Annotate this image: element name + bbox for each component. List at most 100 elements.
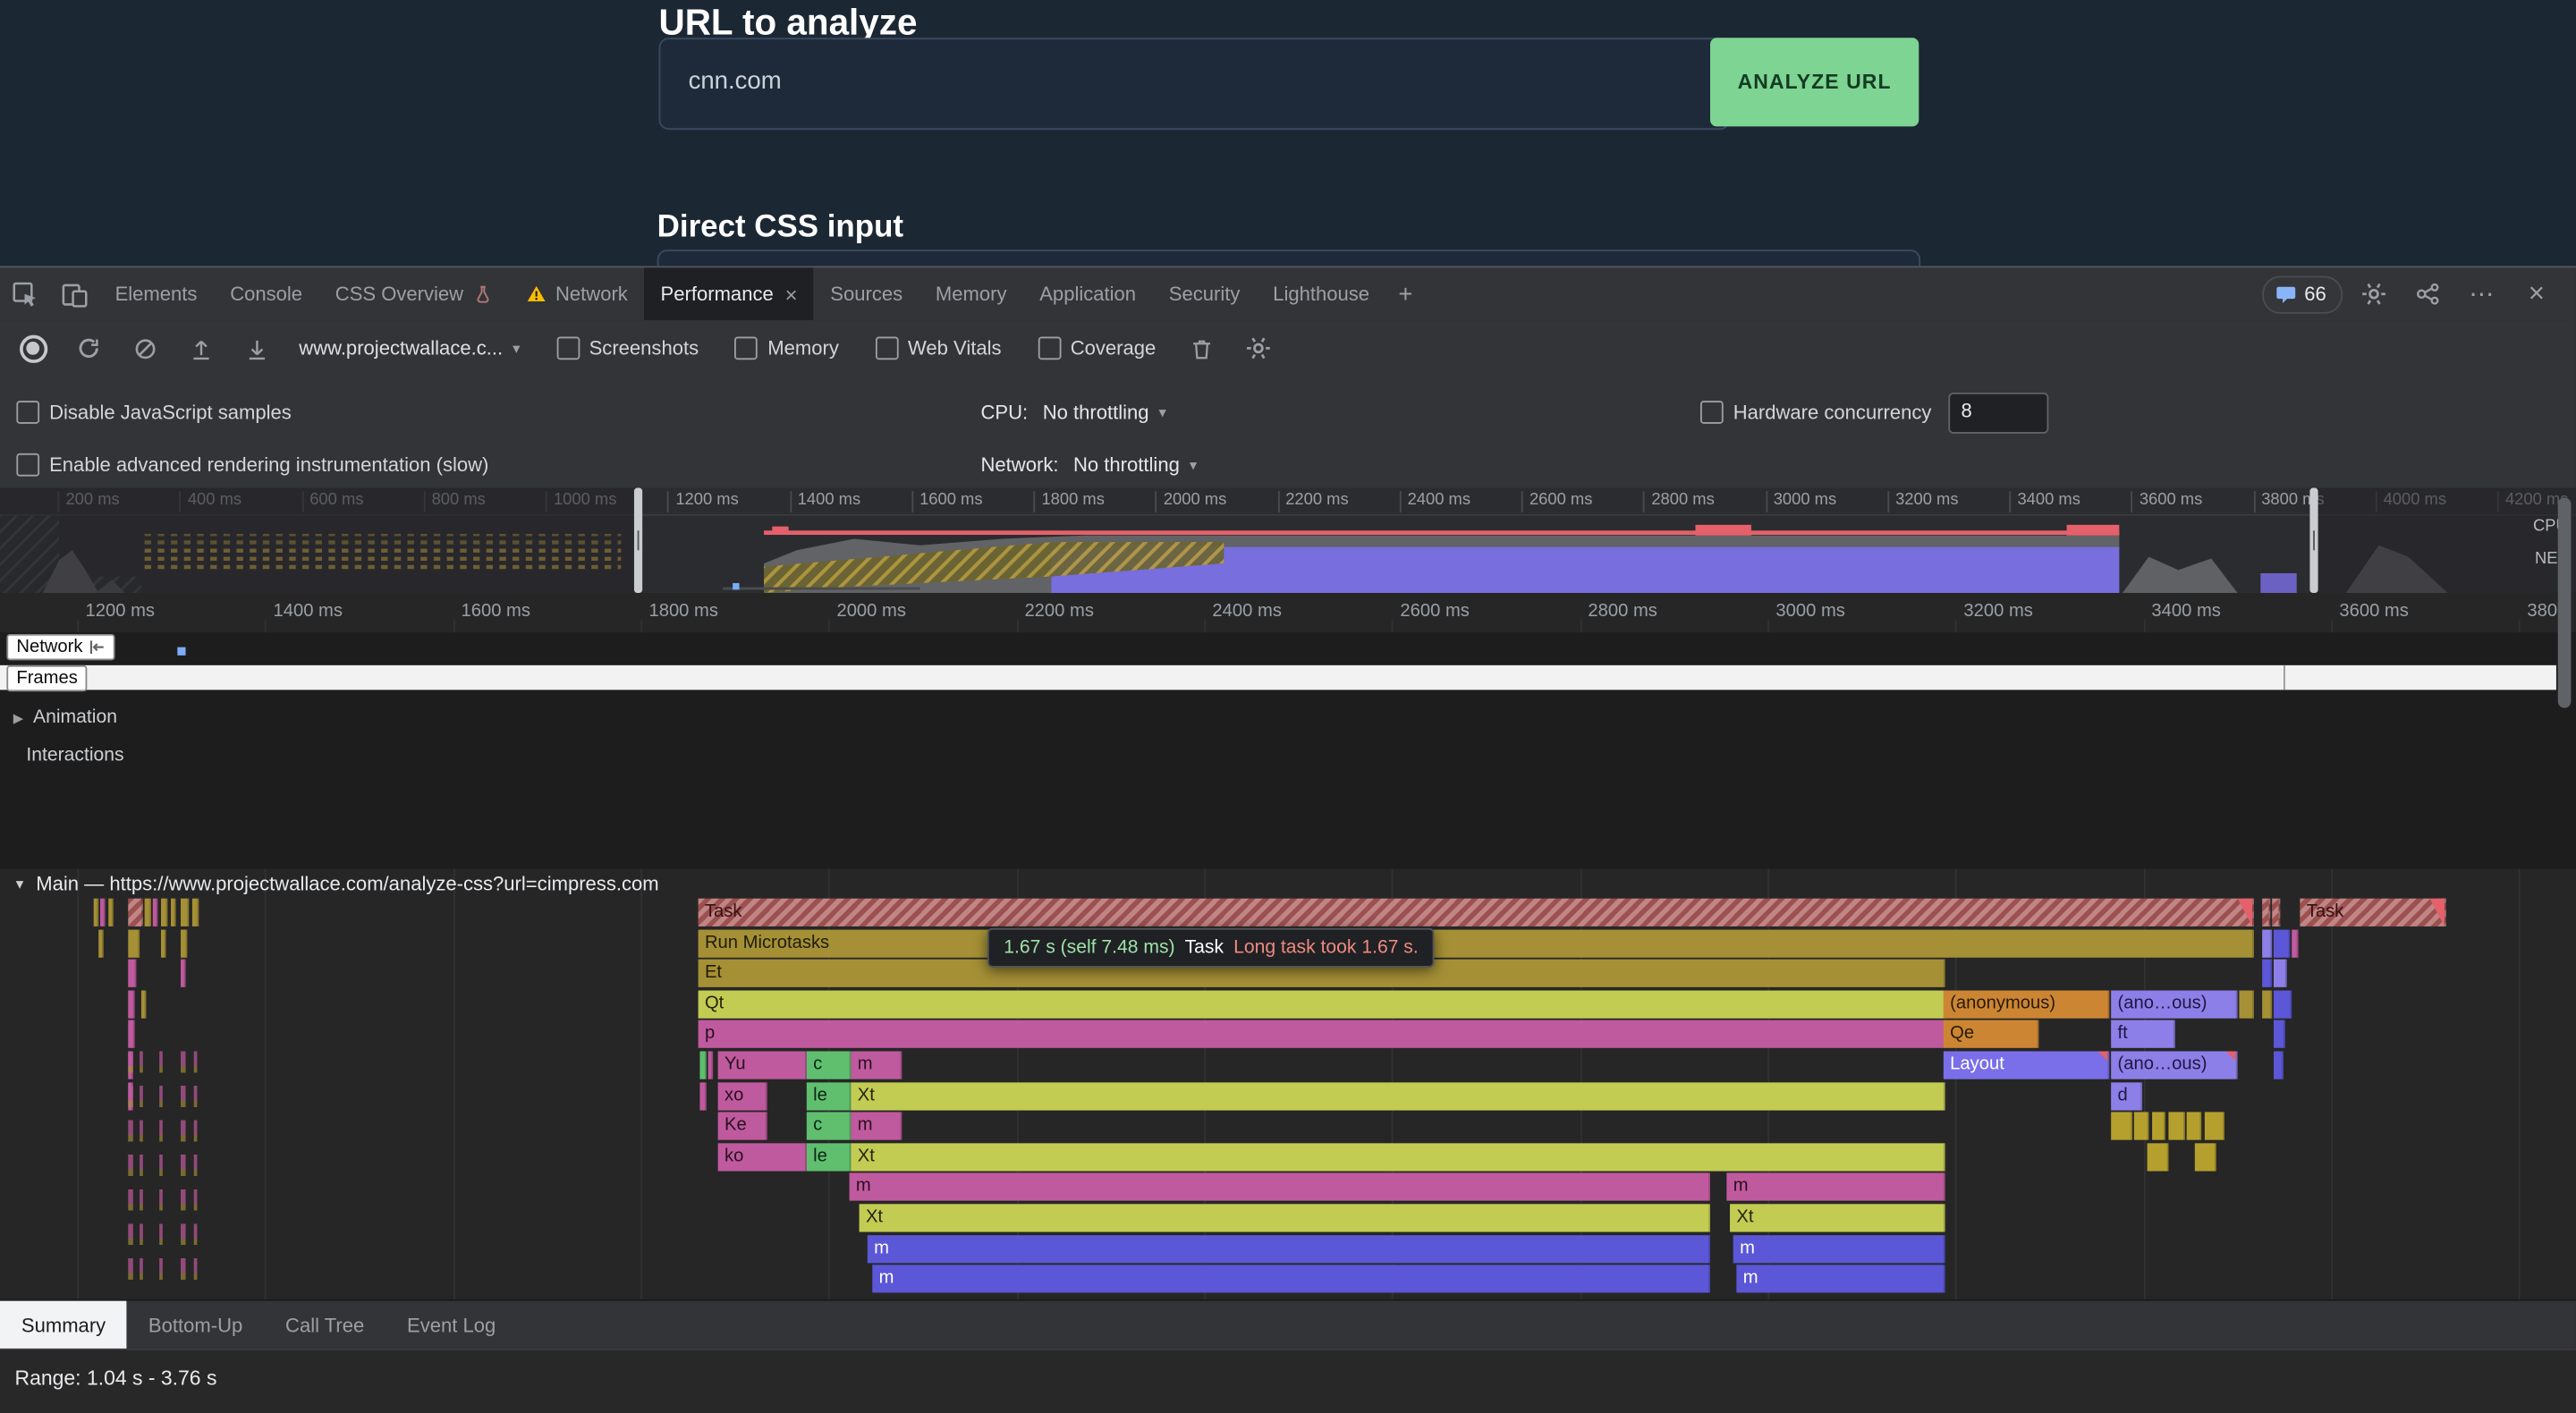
flame-bar-yu[interactable]: Yu bbox=[718, 1051, 807, 1079]
flame-bar-c[interactable]: c bbox=[807, 1112, 852, 1139]
flame-chart-region[interactable]: 1200 ms1400 ms1600 ms1800 ms2000 ms2200 … bbox=[0, 593, 2576, 1299]
flame-bar-le[interactable]: le bbox=[807, 1143, 852, 1171]
tab-network[interactable]: Network bbox=[510, 267, 645, 320]
url-input[interactable]: cnn.com bbox=[659, 38, 1731, 130]
flame-bar[interactable] bbox=[161, 930, 166, 958]
flame-bar-layout[interactable]: Layout bbox=[1944, 1051, 2110, 1079]
main-thread-header[interactable]: ▼ Main — https://www.projectwallace.com/… bbox=[0, 869, 2576, 899]
tab-bottom-up[interactable]: Bottom-Up bbox=[127, 1301, 264, 1350]
remote-devices-icon[interactable] bbox=[2405, 271, 2451, 317]
settings-gear-icon[interactable] bbox=[2351, 271, 2396, 317]
flame-bar[interactable] bbox=[108, 899, 114, 926]
advanced-rendering-checkbox[interactable]: Enable advanced rendering instrumentatio… bbox=[16, 444, 488, 487]
device-toolbar-icon[interactable] bbox=[49, 267, 98, 320]
flame-bar-ft[interactable]: ft bbox=[2111, 1020, 2175, 1048]
flame-bar-p[interactable]: p bbox=[699, 1020, 1945, 1048]
flame-bar[interactable] bbox=[128, 930, 140, 958]
network-throttling-select[interactable]: No throttling ▾ bbox=[1073, 453, 1197, 477]
flame-bar-le[interactable]: le bbox=[807, 1082, 852, 1110]
flame-bar[interactable] bbox=[192, 899, 199, 926]
flame-bar[interactable] bbox=[2195, 1143, 2216, 1171]
analyze-url-button[interactable]: ANALYZE URL bbox=[1710, 38, 1919, 126]
flame-bar[interactable] bbox=[2111, 1112, 2132, 1139]
flame-bar-xt[interactable]: Xt bbox=[851, 1082, 1945, 1110]
flame-bar-ke[interactable]: Ke bbox=[718, 1112, 767, 1139]
flame-bar-qe[interactable]: Qe bbox=[1944, 1020, 2039, 1048]
flame-bar[interactable] bbox=[181, 899, 189, 926]
flame-bar[interactable] bbox=[128, 991, 134, 1019]
tab-security[interactable]: Security bbox=[1152, 267, 1256, 320]
hardware-concurrency-input[interactable]: 8 bbox=[1948, 392, 2048, 433]
flame-bar[interactable] bbox=[2262, 930, 2272, 958]
flame-bar[interactable] bbox=[2292, 930, 2298, 958]
close-devtools-icon[interactable]: × bbox=[2513, 271, 2559, 317]
screenshots-checkbox[interactable]: Screenshots bbox=[556, 337, 699, 360]
flame-bar-m[interactable]: m bbox=[1733, 1235, 1945, 1263]
flame-bar-m[interactable]: m bbox=[1726, 1172, 1945, 1200]
flame-bar[interactable] bbox=[2148, 1143, 2169, 1171]
more-options-icon[interactable]: ⋯ bbox=[2460, 271, 2505, 317]
flame-bar[interactable] bbox=[181, 960, 186, 987]
capture-settings-gear-icon[interactable] bbox=[1234, 326, 1280, 371]
flame-bar-anonymous[interactable]: (anonymous) bbox=[1944, 991, 2110, 1019]
network-track-label[interactable]: Network bbox=[6, 634, 115, 660]
flame-bar[interactable] bbox=[2274, 960, 2287, 987]
tab-console[interactable]: Console bbox=[214, 267, 319, 320]
flame-bar-xt[interactable]: Xt bbox=[851, 1143, 1945, 1171]
flame-bar-task[interactable]: Task bbox=[699, 899, 2254, 926]
flame-bar[interactable] bbox=[2274, 991, 2292, 1019]
more-tabs-button[interactable]: + bbox=[1385, 267, 1425, 320]
cpu-throttling-select[interactable]: No throttling ▾ bbox=[1043, 401, 1166, 424]
inspect-element-icon[interactable] bbox=[0, 267, 49, 320]
record-button[interactable] bbox=[10, 326, 55, 371]
flame-bar[interactable] bbox=[2205, 1112, 2224, 1139]
flame-bar[interactable] bbox=[2152, 1112, 2165, 1139]
flame-bar[interactable] bbox=[2272, 899, 2280, 926]
web-vitals-checkbox[interactable]: Web Vitals bbox=[875, 337, 1001, 360]
flame-bar-task[interactable]: Task bbox=[2300, 899, 2445, 926]
load-profile-icon[interactable] bbox=[177, 326, 223, 371]
flame-bar-xt[interactable]: Xt bbox=[1730, 1204, 1945, 1231]
tab-elements[interactable]: Elements bbox=[98, 267, 214, 320]
frames-track-label[interactable]: Frames bbox=[6, 665, 88, 691]
clear-button[interactable] bbox=[122, 326, 167, 371]
flame-bar-m[interactable]: m bbox=[851, 1051, 902, 1079]
flame-bar-m[interactable]: m bbox=[850, 1172, 1710, 1200]
tab-application[interactable]: Application bbox=[1023, 267, 1153, 320]
flame-bar[interactable] bbox=[699, 1051, 706, 1079]
flame-bar-ko[interactable]: ko bbox=[718, 1143, 807, 1171]
flame-bar[interactable] bbox=[699, 1082, 706, 1110]
issues-counter[interactable]: 66 bbox=[2261, 275, 2343, 313]
tab-event-log[interactable]: Event Log bbox=[386, 1301, 517, 1350]
flame-bar[interactable] bbox=[2168, 1112, 2184, 1139]
flame-bar[interactable] bbox=[94, 899, 99, 926]
flame-bar-m[interactable]: m bbox=[1736, 1265, 1945, 1292]
vertical-scrollbar-thumb[interactable] bbox=[2558, 498, 2572, 708]
flame-bar[interactable] bbox=[128, 899, 143, 926]
flame-bar[interactable] bbox=[2274, 1020, 2285, 1048]
flame-bar[interactable] bbox=[145, 899, 151, 926]
tab-css-overview[interactable]: CSS Overview bbox=[318, 267, 509, 320]
tab-sources[interactable]: Sources bbox=[814, 267, 919, 320]
flame-bar-qt[interactable]: Qt bbox=[699, 991, 1945, 1019]
interactions-track[interactable]: Interactions bbox=[26, 746, 123, 766]
flame-bar[interactable] bbox=[98, 930, 104, 958]
flame-bar[interactable] bbox=[2262, 960, 2272, 987]
network-request-bar[interactable] bbox=[177, 647, 185, 656]
flame-bar-xt[interactable]: Xt bbox=[860, 1204, 1710, 1231]
reload-and-record-button[interactable] bbox=[65, 326, 111, 371]
flame-bar[interactable] bbox=[161, 899, 167, 926]
flame-bar-xo[interactable]: xo bbox=[718, 1082, 767, 1110]
flame-bar[interactable] bbox=[100, 899, 106, 926]
flame-bar[interactable] bbox=[128, 1020, 134, 1048]
flame-bar[interactable] bbox=[2187, 1112, 2202, 1139]
flame-bar[interactable] bbox=[128, 960, 136, 987]
tab-summary[interactable]: Summary bbox=[0, 1301, 127, 1350]
hardware-concurrency-checkbox[interactable]: Hardware concurrency bbox=[1700, 401, 1931, 424]
flame-bar[interactable] bbox=[2262, 899, 2270, 926]
flame-bar[interactable] bbox=[141, 991, 147, 1019]
frames-track-strip[interactable] bbox=[0, 665, 2556, 690]
flame-bar[interactable] bbox=[181, 930, 187, 958]
save-profile-icon[interactable] bbox=[233, 326, 279, 371]
tab-memory[interactable]: Memory bbox=[919, 267, 1023, 320]
